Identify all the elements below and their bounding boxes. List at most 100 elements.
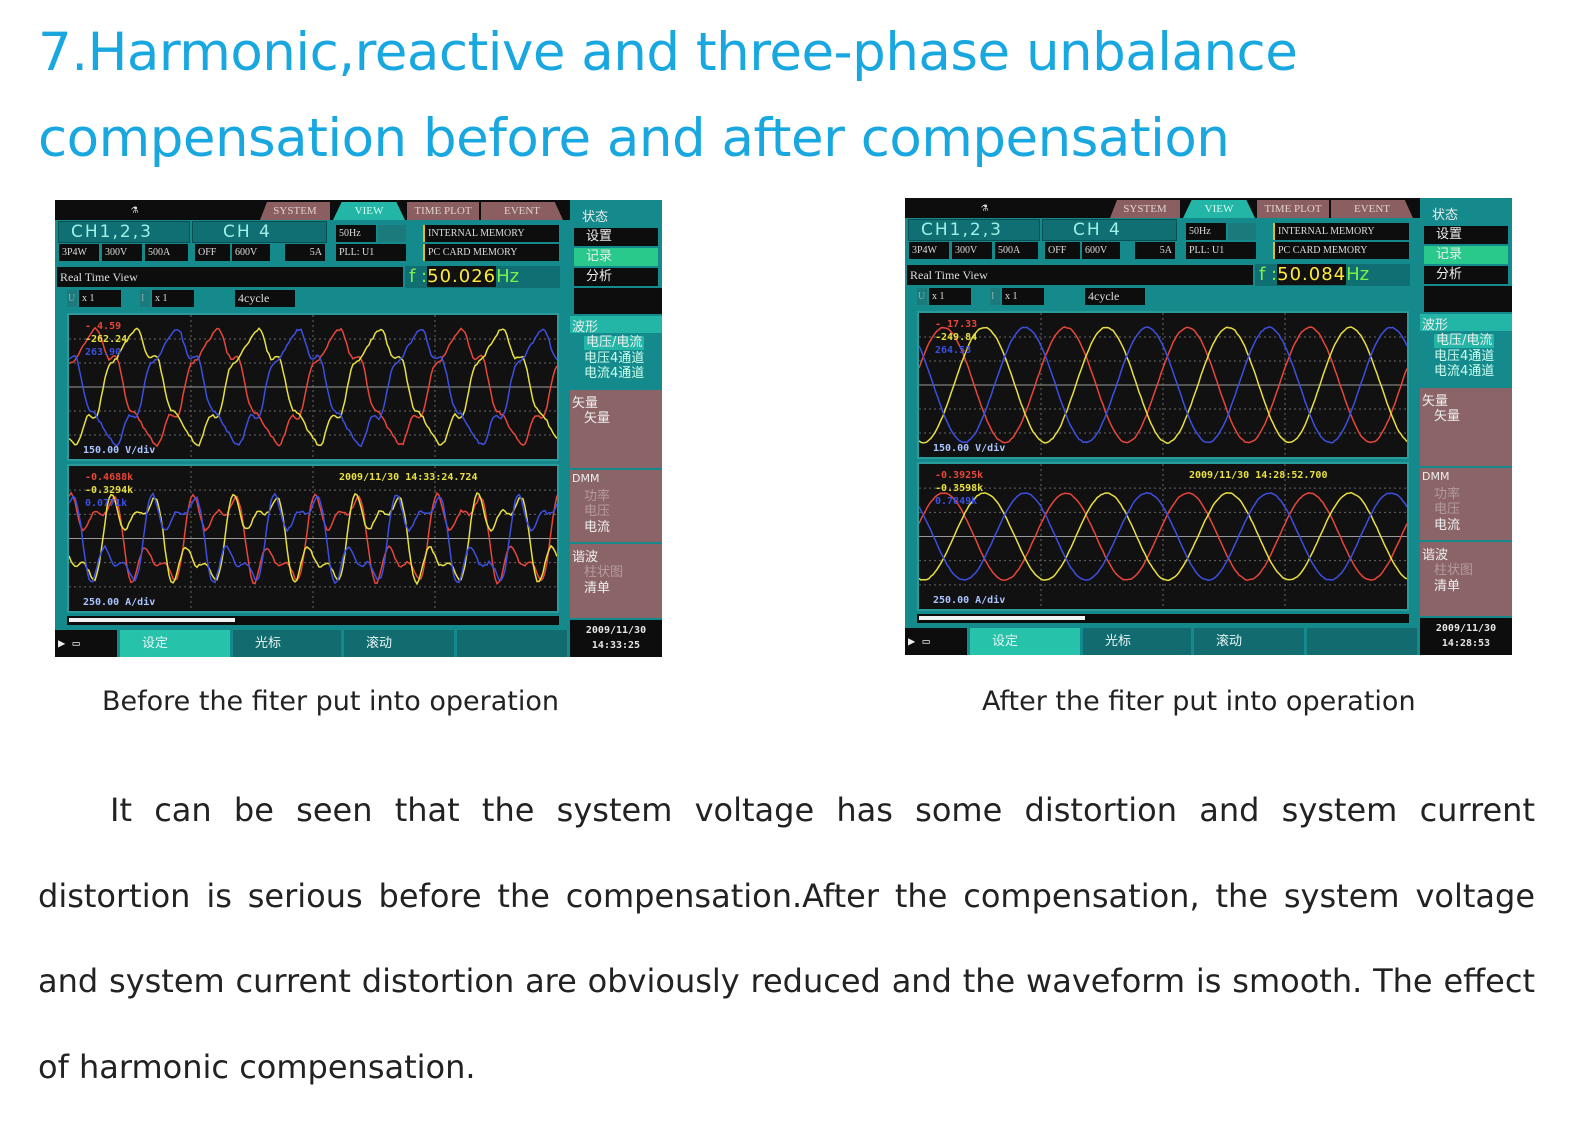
current-reading-c: 0.0771k bbox=[85, 498, 127, 510]
blank-button[interactable] bbox=[1307, 628, 1417, 655]
dmm-item-voltage[interactable]: 电压 bbox=[584, 505, 610, 519]
setup-button[interactable]: 设定 bbox=[970, 628, 1080, 655]
current-waveform-chart bbox=[69, 466, 557, 611]
scrollbar-thumb[interactable] bbox=[919, 616, 1085, 620]
harmonic-section[interactable]: 谐波 柱状图 清单 bbox=[570, 544, 662, 618]
vector-header: 矢量 bbox=[572, 392, 598, 411]
waveform-section[interactable]: 波形 电压/电流 电压4通道 电流4通道 bbox=[1420, 314, 1512, 386]
wave-item-vi[interactable]: 电压/电流 bbox=[584, 336, 644, 350]
harmonic-item-bar[interactable]: 柱状图 bbox=[584, 566, 623, 580]
vector-item[interactable]: 矢量 bbox=[584, 412, 610, 426]
dmm-item-power[interactable]: 功率 bbox=[584, 490, 610, 504]
clock: 2009/11/30 14:28:53 bbox=[1420, 618, 1512, 655]
cycles-setting[interactable]: 4cycle bbox=[1085, 288, 1145, 305]
wave-item-i4[interactable]: 电流4通道 bbox=[584, 367, 644, 381]
vector-section[interactable]: 矢量 矢量 bbox=[1420, 388, 1512, 466]
pc-card-memory: PC CARD MEMORY bbox=[1273, 242, 1409, 259]
scroll-button[interactable]: 滚动 bbox=[344, 630, 454, 657]
tab-view[interactable]: VIEW bbox=[1183, 200, 1255, 218]
dmm-item-current[interactable]: 电流 bbox=[584, 521, 610, 535]
scrollbar-thumb[interactable] bbox=[69, 618, 235, 622]
play-icon[interactable]: ▶ bbox=[908, 634, 915, 648]
voltage-reading-a: - 17.33 bbox=[935, 319, 977, 331]
harmonic-item-list[interactable]: 清单 bbox=[1434, 580, 1460, 594]
dmm-section[interactable]: DMM 功率 电压 电流 bbox=[570, 470, 662, 542]
blank-indicator bbox=[378, 225, 406, 242]
network-icon: ⚗ bbox=[981, 200, 988, 214]
u-zoom[interactable]: x 1 bbox=[929, 288, 971, 305]
ch4-i-range: 5A bbox=[1135, 242, 1175, 259]
vector-item[interactable]: 矢量 bbox=[1434, 410, 1460, 424]
waveform-section[interactable]: 波形 电压/电流 电压4通道 电流4通道 bbox=[570, 316, 662, 388]
dmm-item-current[interactable]: 电流 bbox=[1434, 519, 1460, 533]
voltage-scale: 150.00 V/div bbox=[933, 443, 1005, 455]
analysis-menu[interactable]: 分析 bbox=[574, 268, 658, 286]
tab-time-plot[interactable]: TIME PLOT bbox=[407, 202, 479, 220]
window-icon[interactable]: ▭ bbox=[922, 634, 929, 648]
pc-card-memory: PC CARD MEMORY bbox=[423, 244, 559, 261]
i-zoom[interactable]: x 1 bbox=[1002, 288, 1044, 305]
harmonic-section[interactable]: 谐波 柱状图 清单 bbox=[1420, 542, 1512, 616]
wave-item-vi[interactable]: 电压/电流 bbox=[1434, 334, 1494, 348]
cycles-setting[interactable]: 4cycle bbox=[235, 290, 295, 307]
title-line-2: compensation before and after compensati… bbox=[38, 96, 1297, 182]
current-plot: -0.4688k -0.3294k 0.0771k 2009/11/30 14:… bbox=[67, 464, 559, 613]
voltage-plot: - 17.33 -249.84 264.53 150.00 V/div bbox=[917, 311, 1409, 459]
dmm-header: DMM bbox=[1422, 470, 1449, 483]
side-blank bbox=[574, 288, 662, 314]
freq-label: f : bbox=[409, 266, 427, 287]
i-range-value: 500A bbox=[995, 242, 1038, 259]
title-line-1: 7.Harmonic,reactive and three-phase unba… bbox=[38, 10, 1297, 96]
analyzer-screen-before: ⚗ SYSTEM VIEW TIME PLOT EVENT CH1,2,3 CH… bbox=[55, 200, 662, 657]
record-menu[interactable]: 记录 bbox=[574, 248, 658, 266]
wave-item-v4[interactable]: 电压4通道 bbox=[584, 352, 644, 366]
analysis-menu[interactable]: 分析 bbox=[1424, 266, 1508, 284]
dmm-section[interactable]: DMM 功率 电压 电流 bbox=[1420, 468, 1512, 540]
i-label: I bbox=[990, 288, 1000, 305]
scrollbar[interactable] bbox=[67, 616, 559, 625]
harmonic-header: 谐波 bbox=[1422, 544, 1448, 563]
side-menu: 状态 设置 记录 分析 波形 电压/电流 电压4通道 电流4通道 矢量 矢量 D… bbox=[570, 200, 662, 657]
tab-system[interactable]: SYSTEM bbox=[1110, 200, 1180, 218]
view-name: Real Time View bbox=[57, 267, 403, 287]
setup-menu[interactable]: 设置 bbox=[1424, 226, 1508, 244]
current-reading-b: -0.3598k bbox=[935, 483, 983, 495]
status-label: 状态 bbox=[1432, 204, 1458, 223]
wave-item-i4[interactable]: 电流4通道 bbox=[1434, 365, 1494, 379]
voltage-reading-c: 263.90 bbox=[85, 347, 121, 359]
blank-button[interactable] bbox=[457, 630, 567, 657]
frequency-readout: f :50.026Hz bbox=[405, 266, 560, 288]
dmm-item-power[interactable]: 功率 bbox=[1434, 488, 1460, 502]
u-zoom[interactable]: x 1 bbox=[79, 290, 121, 307]
scroll-button[interactable]: 滚动 bbox=[1194, 628, 1304, 655]
setup-button[interactable]: 设定 bbox=[120, 630, 230, 657]
wave-item-v4[interactable]: 电压4通道 bbox=[1434, 350, 1494, 364]
freq-unit: Hz bbox=[1346, 264, 1369, 285]
playback-controls: ▶ ▭ bbox=[55, 630, 117, 657]
network-icon: ⚗ bbox=[131, 202, 138, 216]
cursor-button[interactable]: 光标 bbox=[233, 630, 341, 657]
freq-value: 50.026 bbox=[427, 266, 496, 287]
tab-system[interactable]: SYSTEM bbox=[260, 202, 330, 220]
side-menu: 状态 设置 记录 分析 波形 电压/电流 电压4通道 电流4通道 矢量 矢量 D… bbox=[1420, 198, 1512, 655]
vector-header: 矢量 bbox=[1422, 390, 1448, 409]
setup-menu[interactable]: 设置 bbox=[574, 228, 658, 246]
tab-view[interactable]: VIEW bbox=[333, 202, 405, 220]
waveform-header: 波形 bbox=[1420, 314, 1512, 331]
ch123-label: CH1,2,3 bbox=[908, 219, 1040, 241]
play-icon[interactable]: ▶ bbox=[58, 636, 65, 650]
record-menu[interactable]: 记录 bbox=[1424, 246, 1508, 264]
current-timestamp: 2009/11/30 14:28:52.700 bbox=[1189, 470, 1327, 482]
vector-section[interactable]: 矢量 矢量 bbox=[570, 390, 662, 468]
harmonic-item-bar[interactable]: 柱状图 bbox=[1434, 564, 1473, 578]
tab-time-plot[interactable]: TIME PLOT bbox=[1257, 200, 1329, 218]
cursor-button[interactable]: 光标 bbox=[1083, 628, 1191, 655]
scrollbar[interactable] bbox=[917, 614, 1409, 623]
dmm-item-voltage[interactable]: 电压 bbox=[1434, 503, 1460, 517]
window-icon[interactable]: ▭ bbox=[72, 636, 79, 650]
harmonic-item-list[interactable]: 清单 bbox=[584, 582, 610, 596]
tab-event[interactable]: EVENT bbox=[481, 202, 563, 220]
i-zoom[interactable]: x 1 bbox=[152, 290, 194, 307]
tab-event[interactable]: EVENT bbox=[1331, 200, 1413, 218]
clock-time: 14:33:25 bbox=[570, 638, 662, 653]
